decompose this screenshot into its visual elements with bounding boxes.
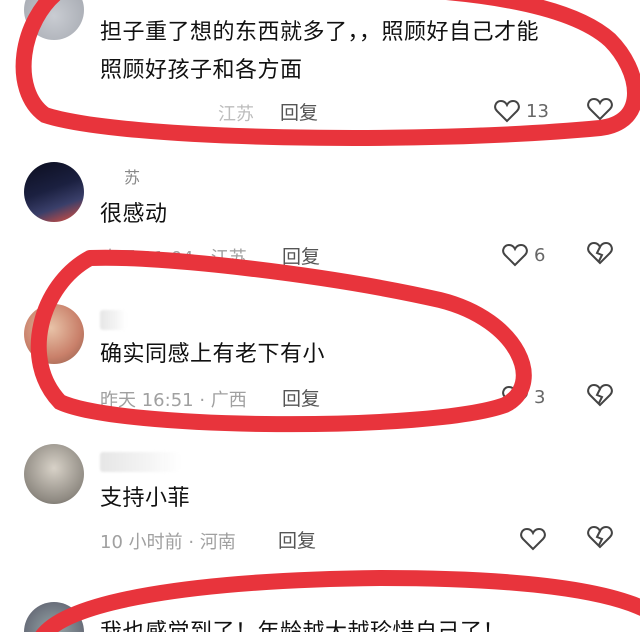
comment-time: 昨天 16:51 [100,390,194,411]
heart-icon [502,385,528,409]
comment-time: 10 小时前 [100,532,183,553]
username [100,452,180,472]
avatar[interactable] [24,444,84,504]
broken-heart-icon [587,241,613,265]
broken-heart-icon [587,383,613,407]
reply-button[interactable]: 回复 [282,242,320,269]
comment-item: 支持小菲 10 小时前 · 河南 回复 [0,444,640,564]
comment-location: 江苏 [210,248,247,269]
comment-text: 支持小菲 [100,486,191,511]
comment-location: 江苏 [218,104,254,125]
like-count: 3 [534,386,546,408]
comment-meta: 昨天 16:51 · 广西 [100,390,247,411]
username: 苏 [124,168,141,187]
like-button[interactable]: 6 [502,240,562,270]
like-button[interactable] [520,524,580,554]
comment-meta: 昨天 11:04 · 江苏 [100,248,247,269]
heart-icon [494,99,520,123]
comment-location: 广西 [210,390,247,411]
comment-location: 河南 [199,532,236,553]
broken-heart-icon [587,97,613,121]
reply-button[interactable]: 回复 [278,526,316,553]
reply-button[interactable]: 回复 [280,98,318,125]
username [100,310,126,330]
heart-icon [520,527,546,551]
broken-heart-icon [587,525,613,549]
reply-button[interactable]: 回复 [282,384,320,411]
comment-meta: 江苏 [100,100,254,126]
comment-item: 苏 很感动 昨天 11:04 · 江苏 回复 6 [0,160,640,280]
heart-icon [502,243,528,267]
comment-text: 很感动 [100,202,168,227]
comment-meta: 10 小时前 · 河南 [100,532,236,553]
dislike-button[interactable] [586,96,614,124]
dislike-button[interactable] [586,240,614,268]
dislike-button[interactable] [586,382,614,410]
dislike-button[interactable] [586,524,614,552]
avatar[interactable] [24,0,84,40]
like-count: 13 [526,100,549,122]
avatar[interactable] [24,162,84,222]
comment-item: 我也感觉到了！年龄越大越珍惜自己了！ [0,596,640,632]
like-button[interactable]: 13 [494,96,554,126]
avatar[interactable] [24,304,84,364]
like-button[interactable]: 3 [502,382,562,412]
comment-text: 确实同感上有老下有小 [100,342,326,367]
comment-item: 确实同感上有老下有小 昨天 16:51 · 广西 回复 3 [0,300,640,430]
comment-text: 担子重了想的东西就多了，，照顾好自己才能 照顾好孩子和各方面 [100,20,540,83]
avatar[interactable] [24,602,84,632]
comment-time: 昨天 11:04 [100,248,194,269]
comment-item: 担子重了想的东西就多了，，照顾好自己才能 照顾好孩子和各方面 江苏 回复 13 [0,0,640,150]
like-count: 6 [534,244,546,266]
comment-text: 我也感觉到了！年龄越大越珍惜自己了！ [100,614,505,632]
